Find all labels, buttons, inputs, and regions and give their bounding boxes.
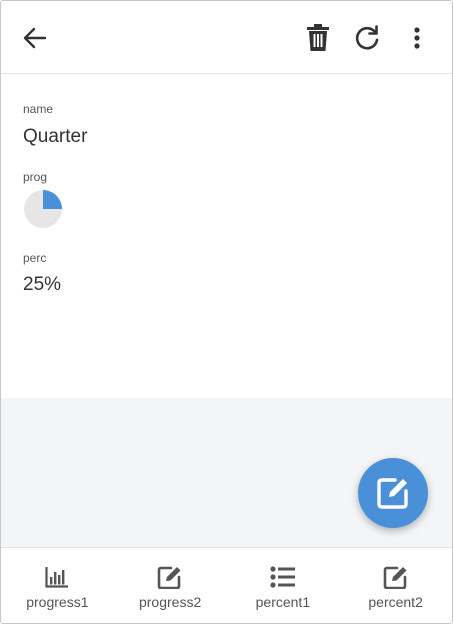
nav-label-percent1: percent1 — [255, 594, 311, 610]
edit-icon — [157, 566, 181, 589]
edit-icon — [377, 478, 408, 509]
nav-label-percent2: percent2 — [368, 594, 423, 610]
perc-field-value: 25% — [23, 274, 62, 295]
list-icon — [270, 566, 295, 588]
record-details: name Quarter prog perc 25% — [1, 74, 452, 398]
prog-field-label: prog — [23, 170, 48, 184]
nav-item-progress2[interactable]: progress2 — [114, 548, 227, 623]
bar-chart-icon — [45, 567, 69, 588]
name-field-label: name — [23, 102, 54, 116]
edit-fab-button[interactable] — [358, 458, 428, 528]
nav-item-percent2[interactable]: percent2 — [339, 548, 452, 623]
perc-field-label: perc — [23, 251, 47, 265]
progress-pie-chart — [24, 190, 62, 228]
edit-icon — [383, 566, 407, 589]
pie-progress-slice — [43, 190, 62, 209]
trash-icon — [307, 24, 329, 51]
more-options-button[interactable] — [400, 21, 434, 55]
name-field-value: Quarter — [23, 126, 88, 147]
arrow-left-icon — [23, 27, 47, 49]
refresh-icon — [355, 25, 379, 50]
more-vertical-icon — [414, 27, 420, 49]
nav-label-progress2: progress2 — [138, 594, 202, 610]
nav-item-progress1[interactable]: progress1 — [1, 548, 114, 623]
delete-button[interactable] — [301, 21, 335, 55]
top-app-bar — [1, 1, 452, 74]
nav-label-progress1: progress1 — [26, 594, 89, 610]
app-window: name Quarter prog perc 25% progress1 pro… — [0, 0, 453, 624]
nav-item-percent1[interactable]: percent1 — [227, 548, 340, 623]
back-button[interactable] — [18, 21, 52, 55]
bottom-navigation: progress1 progress2 percent1 percent2 — [1, 547, 452, 623]
refresh-button[interactable] — [350, 21, 384, 55]
